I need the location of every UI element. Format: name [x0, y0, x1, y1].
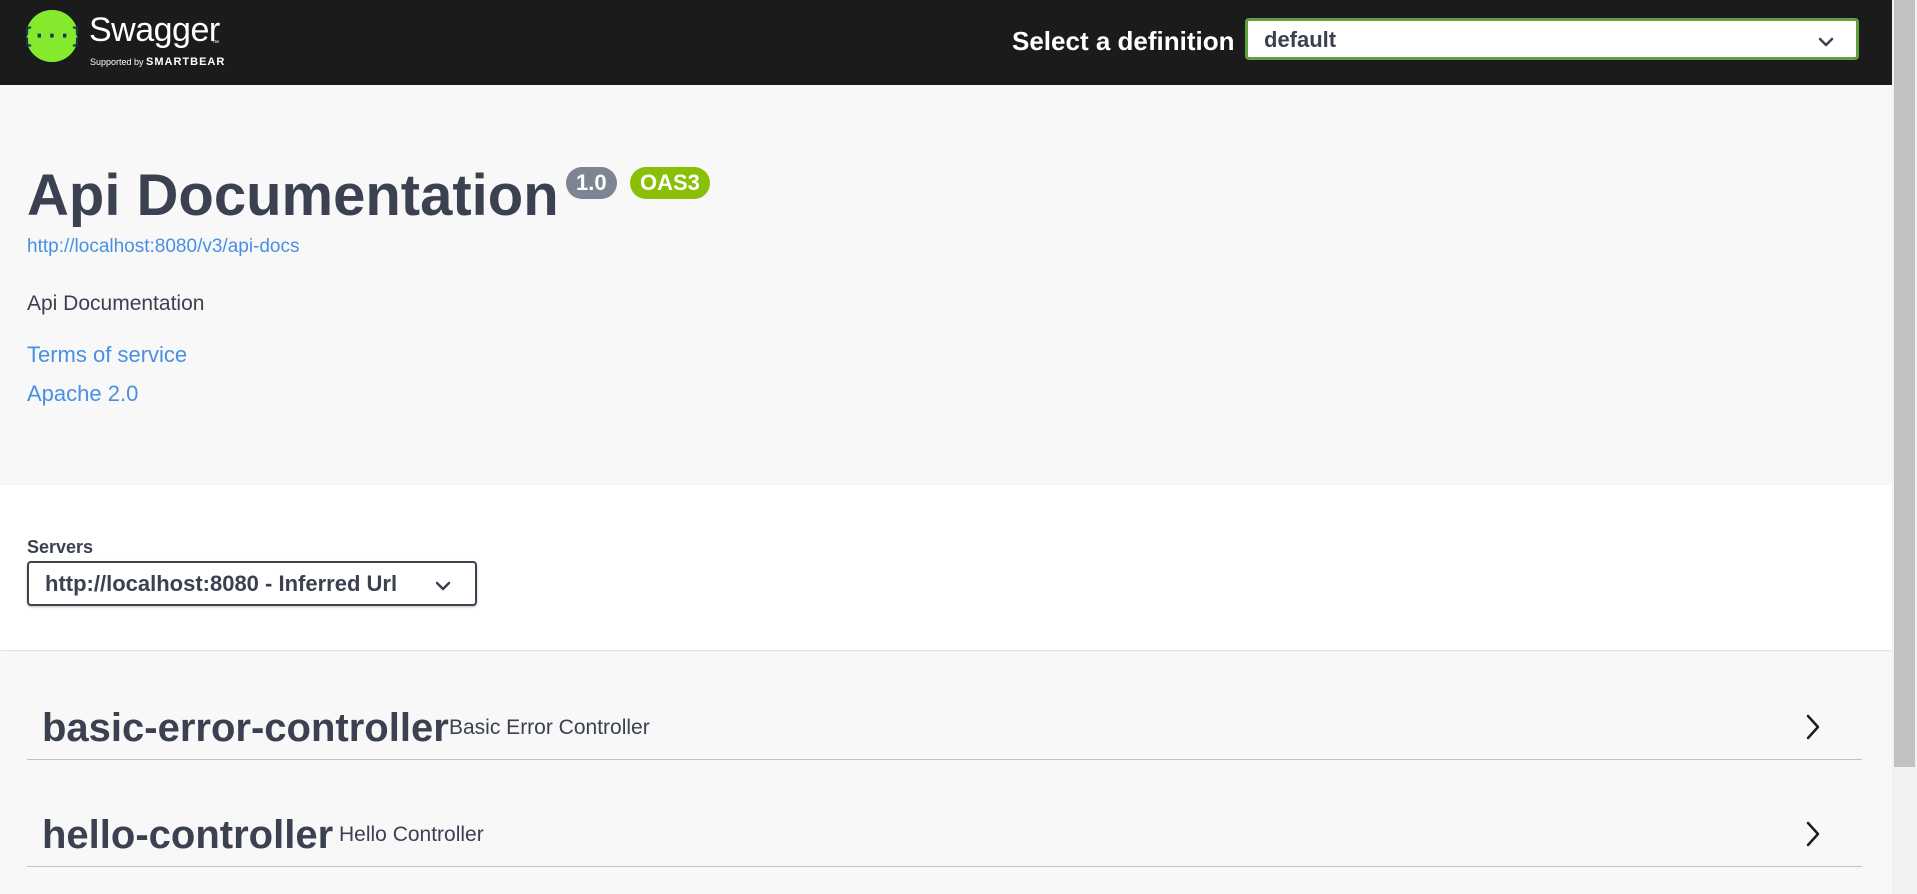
tag-description: Hello Controller — [339, 823, 484, 846]
chevron-down-icon — [1818, 34, 1834, 52]
logo-tagline: Supported by SMARTBEAR — [90, 56, 225, 68]
terms-of-service-link[interactable]: Terms of service — [27, 343, 187, 367]
api-title: Api Documentation — [27, 163, 559, 228]
definition-select-value: default — [1264, 27, 1337, 52]
logo-tagline-prefix: Supported by — [90, 57, 147, 67]
license-link[interactable]: Apache 2.0 — [27, 382, 138, 406]
version-badge: 1.0 — [566, 167, 617, 199]
server-select[interactable]: http://localhost:8080 - Inferred Url — [27, 561, 477, 606]
api-description: Api Documentation — [27, 292, 205, 315]
tag-name: basic-error-controller — [42, 706, 449, 750]
oas-version-badge: OAS3 — [630, 167, 710, 199]
tag-section-basic-error-controller[interactable]: basic-error-controller Basic Error Contr… — [27, 652, 1862, 760]
servers-section: Servers http://localhost:8080 - Inferred… — [0, 485, 1892, 650]
logo-name: Swagger — [89, 11, 220, 49]
definition-select[interactable]: default — [1245, 18, 1859, 60]
tag-name: hello-controller — [42, 813, 334, 857]
scrollbar-thumb[interactable] — [1894, 0, 1915, 767]
vertical-scrollbar[interactable] — [1892, 0, 1917, 894]
spec-url-link[interactable]: http://localhost:8080/v3/api-docs — [27, 236, 300, 258]
api-info-section: Api Documentation 1.0 OAS3 http://localh… — [0, 85, 1892, 485]
server-select-value: http://localhost:8080 - Inferred Url — [45, 571, 398, 596]
logo-trademark: ™ — [212, 40, 219, 47]
select-definition-label: Select a definition — [1012, 26, 1235, 56]
chevron-right-icon[interactable] — [1806, 714, 1820, 745]
svg-text:{···}: {···} — [26, 24, 78, 48]
swagger-logo-icon[interactable]: {···} — [26, 10, 78, 62]
operations-section: basic-error-controller Basic Error Contr… — [0, 652, 1892, 894]
swagger-ui-page: {···} Swagger ™ Supported by SMARTBEAR S… — [0, 0, 1917, 894]
topbar: {···} Swagger ™ Supported by SMARTBEAR S… — [0, 0, 1892, 85]
servers-label: Servers — [27, 537, 94, 557]
logo-tagline-brand: SMARTBEAR — [146, 56, 226, 68]
chevron-down-icon — [435, 578, 451, 596]
chevron-right-icon[interactable] — [1806, 821, 1820, 852]
tag-description: Basic Error Controller — [449, 716, 650, 739]
tag-section-hello-controller[interactable]: hello-controller Hello Controller — [27, 759, 1862, 867]
